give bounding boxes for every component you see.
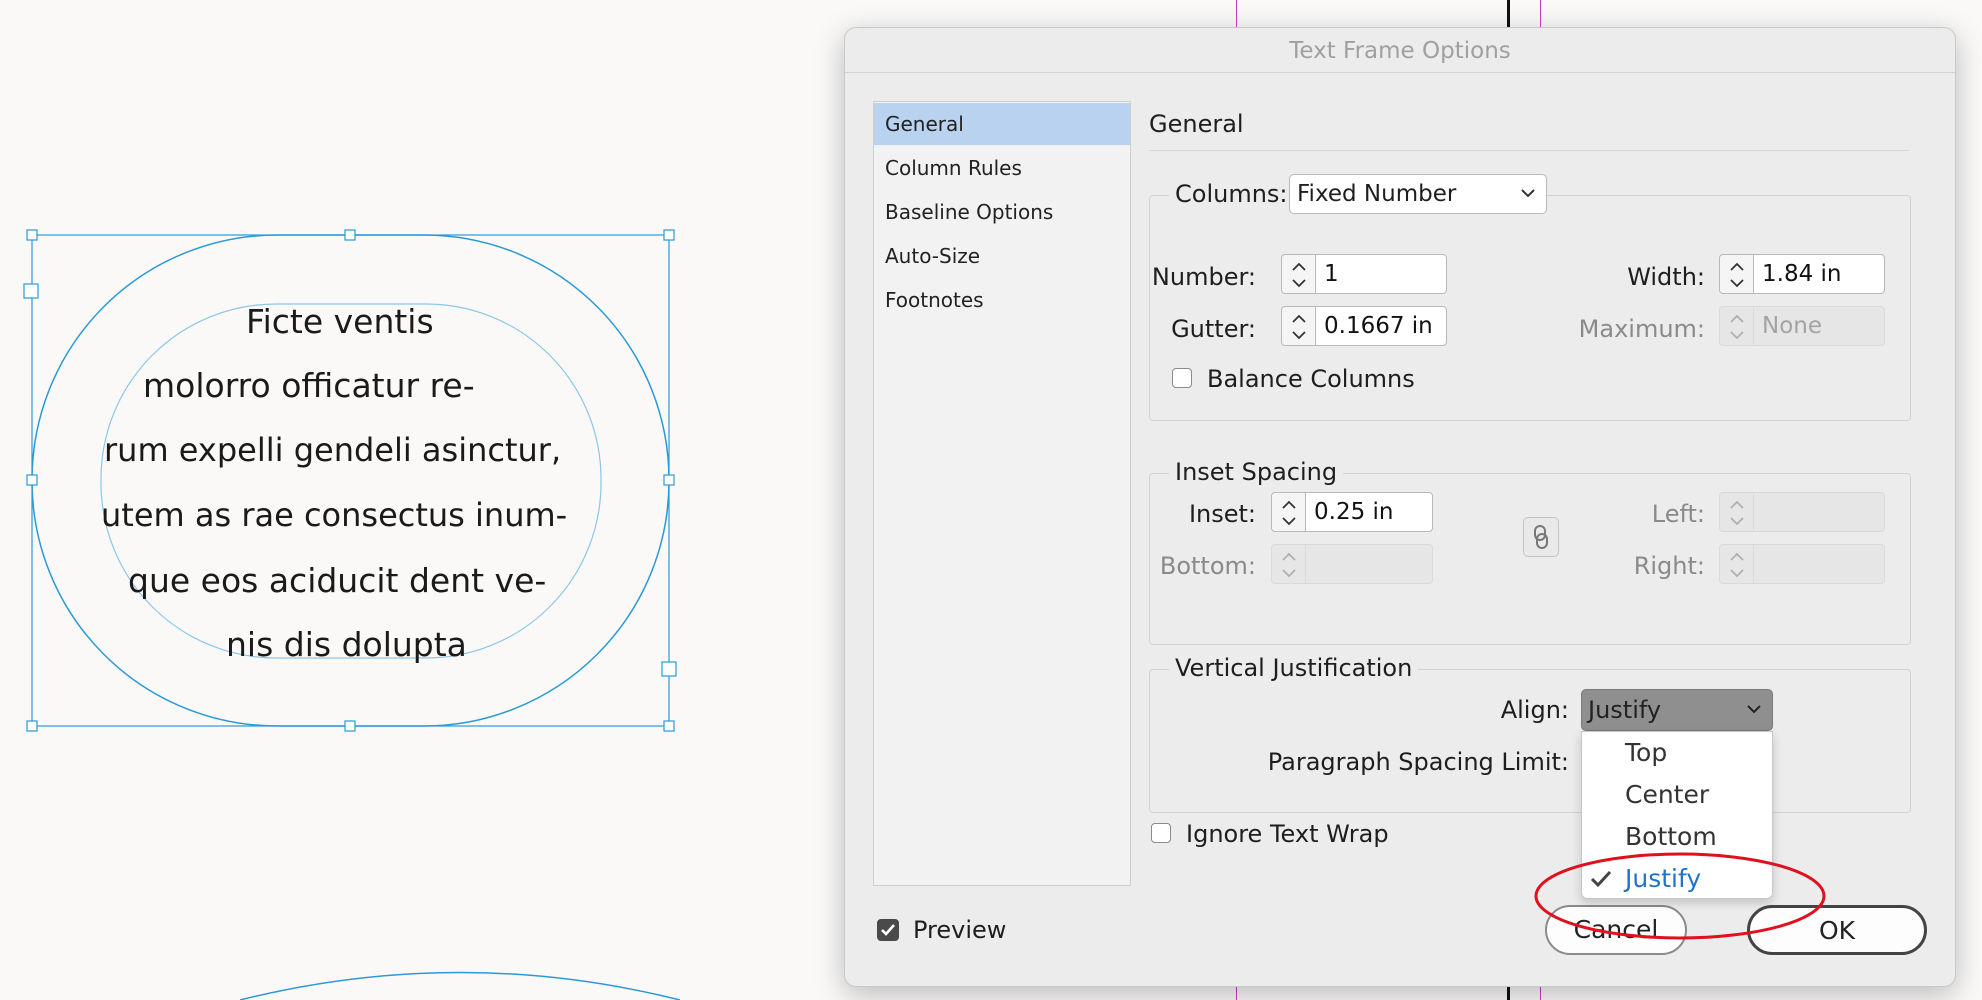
nav-item-footnotes[interactable]: Footnotes: [874, 279, 1130, 321]
menu-option-top[interactable]: Top: [1625, 738, 1667, 767]
chain-link-icon: [1534, 525, 1548, 549]
stepper-arrows-icon: [1719, 306, 1753, 346]
stepper-arrows-icon[interactable]: [1281, 306, 1315, 346]
preview-label[interactable]: Preview: [913, 916, 1006, 944]
maximum-stepper: None: [1719, 306, 1885, 346]
link-settings-button[interactable]: [1523, 517, 1559, 557]
left-stepper: [1719, 492, 1885, 532]
number-stepper[interactable]: 1: [1281, 254, 1447, 294]
frame-text-line: que eos aciducit dent ve-: [128, 561, 547, 600]
nav-item-general[interactable]: General: [874, 103, 1130, 145]
frame-text-line: nis dis dolupta: [226, 625, 467, 664]
paragraph-spacing-limit-label: Paragraph Spacing Limit:: [1267, 748, 1569, 776]
dialog-title: Text Frame Options: [1289, 38, 1511, 64]
chevron-down-icon: [1521, 189, 1535, 198]
vertical-justification-legend: Vertical Justification: [1169, 654, 1419, 682]
frame-text-line: utem as rae consectus inum-: [101, 496, 568, 534]
category-list: General Column Rules Baseline Options Au…: [873, 101, 1131, 886]
frame-inner-inset: [100, 303, 602, 659]
bottom-label: Bottom:: [1159, 552, 1256, 580]
balance-columns-checkbox[interactable]: [1172, 368, 1192, 388]
section-title: General: [1149, 110, 1244, 138]
stepper-arrows-icon[interactable]: [1271, 492, 1305, 532]
vertical-justification-group: [1149, 669, 1911, 813]
checkmark-icon: [881, 924, 895, 936]
nav-item-column-rules[interactable]: Column Rules: [874, 147, 1130, 189]
number-label: Number:: [1151, 263, 1256, 291]
width-label: Width:: [1627, 263, 1705, 291]
align-value: Justify: [1588, 696, 1662, 724]
right-label: Right:: [1633, 552, 1705, 580]
gutter-input[interactable]: 0.1667 in: [1315, 306, 1447, 346]
stepper-arrows-icon: [1719, 492, 1753, 532]
gutter-label: Gutter:: [1171, 315, 1256, 343]
inset-input[interactable]: 0.25 in: [1305, 492, 1433, 532]
right-stepper: [1719, 544, 1885, 584]
highlight-annotation-ellipse: [1534, 852, 1826, 940]
ignore-text-wrap-checkbox[interactable]: [1151, 823, 1171, 843]
maximum-label: Maximum:: [1578, 315, 1705, 343]
ignore-text-wrap-label[interactable]: Ignore Text Wrap: [1186, 820, 1389, 848]
menu-option-center[interactable]: Center: [1625, 780, 1709, 809]
columns-label: Columns:: [1169, 180, 1294, 208]
title-separator: [845, 72, 1955, 73]
frame-text-line: rum expelli gendeli asinctur,: [104, 431, 562, 469]
nav-item-auto-size[interactable]: Auto-Size: [874, 235, 1130, 277]
width-stepper[interactable]: 1.84 in: [1719, 254, 1885, 294]
frame-text-line: Ficte ventis: [246, 302, 434, 341]
chevron-down-icon: [1747, 705, 1761, 714]
left-label: Left:: [1651, 500, 1705, 528]
inset-spacing-legend: Inset Spacing: [1169, 458, 1344, 486]
stepper-arrows-icon: [1719, 544, 1753, 584]
gutter-stepper[interactable]: 0.1667 in: [1281, 306, 1447, 346]
nav-item-baseline-options[interactable]: Baseline Options: [874, 191, 1130, 233]
next-frame-edge: [239, 971, 681, 1000]
bottom-stepper: [1271, 544, 1433, 584]
text-frame-options-dialog: Text Frame Options General Column Rules …: [844, 27, 1956, 987]
bottom-input: [1305, 544, 1433, 584]
left-input: [1753, 492, 1885, 532]
preview-checkbox[interactable]: [877, 919, 899, 941]
inset-stepper[interactable]: 0.25 in: [1271, 492, 1433, 532]
stepper-arrows-icon[interactable]: [1281, 254, 1315, 294]
inset-label: Inset:: [1188, 500, 1256, 528]
frame-text-line: molorro officatur re-: [143, 366, 475, 405]
balance-columns-label[interactable]: Balance Columns: [1207, 365, 1415, 393]
right-input: [1753, 544, 1885, 584]
columns-type-value: Fixed Number: [1297, 181, 1457, 207]
align-label: Align:: [1500, 696, 1569, 724]
width-input[interactable]: 1.84 in: [1753, 254, 1885, 294]
number-input[interactable]: 1: [1315, 254, 1447, 294]
stepper-arrows-icon[interactable]: [1719, 254, 1753, 294]
columns-type-select[interactable]: Fixed Number: [1289, 174, 1547, 214]
maximum-input: None: [1753, 306, 1885, 346]
align-select[interactable]: Justify: [1581, 689, 1773, 731]
stepper-arrows-icon: [1271, 544, 1305, 584]
section-divider: [1149, 150, 1909, 151]
